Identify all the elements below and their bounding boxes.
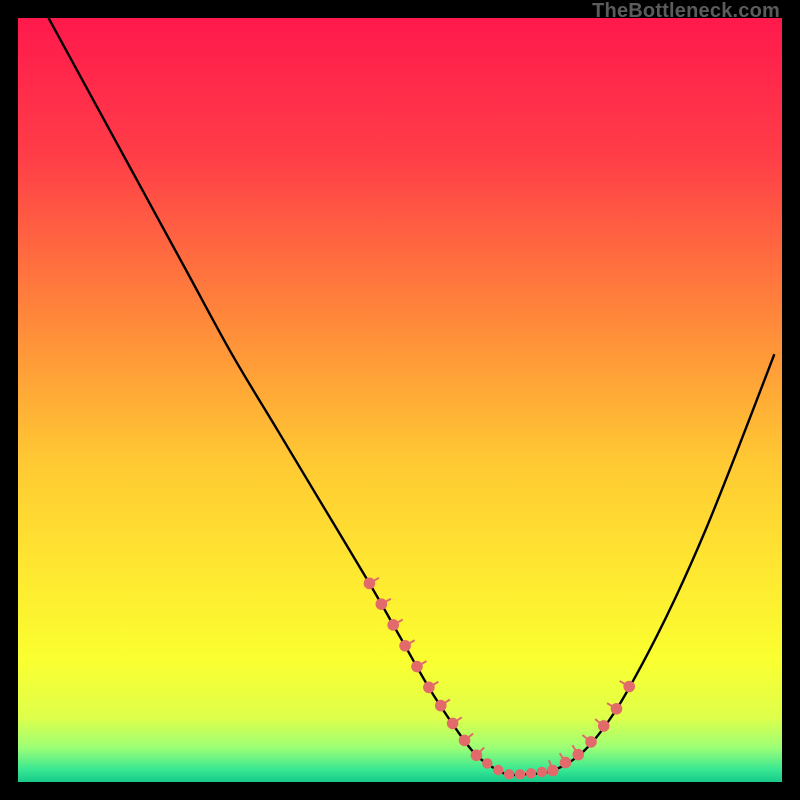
bottleneck-chart — [18, 18, 782, 782]
highlight-dot — [435, 700, 447, 712]
highlight-dot — [387, 619, 399, 631]
highlight-dot — [447, 718, 459, 730]
highlight-dot — [585, 736, 597, 748]
highlight-dot — [526, 768, 536, 778]
highlight-dot — [459, 735, 471, 747]
highlight-dot — [376, 598, 388, 610]
highlight-dot — [411, 661, 423, 673]
highlight-dot — [471, 750, 481, 760]
highlight-dot — [515, 769, 525, 779]
highlight-dot — [598, 720, 610, 732]
highlight-dot — [399, 640, 411, 652]
highlight-dot — [572, 749, 584, 761]
gradient-background — [18, 18, 782, 782]
highlight-dot — [623, 681, 635, 693]
highlight-dot — [423, 682, 435, 694]
highlight-dot — [364, 578, 376, 590]
highlight-dot — [537, 767, 547, 777]
highlight-dot — [547, 765, 559, 777]
highlight-dot — [493, 765, 503, 775]
highlight-dot — [611, 703, 623, 715]
highlight-dot — [482, 758, 492, 768]
highlight-dot — [504, 769, 514, 779]
highlight-dot — [560, 757, 572, 769]
